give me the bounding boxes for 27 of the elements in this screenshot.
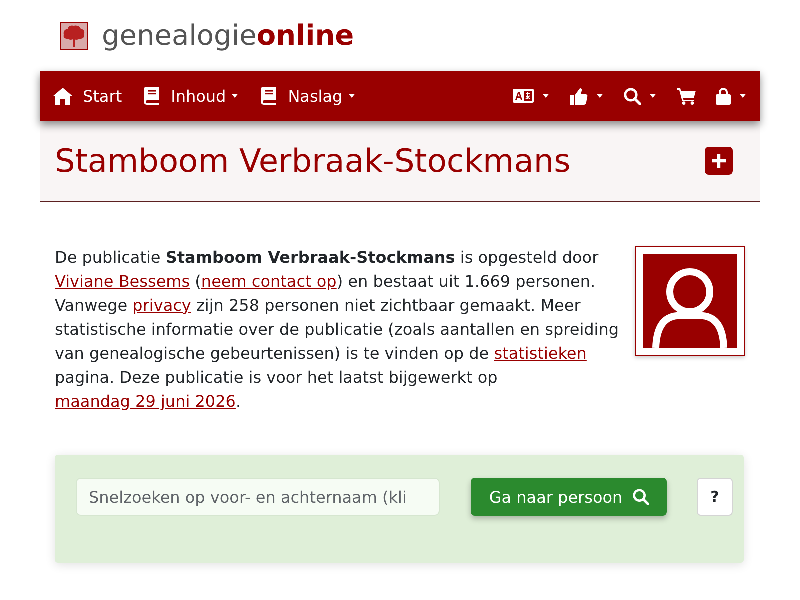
thumbs-up-icon <box>570 88 588 104</box>
language-icon <box>513 89 534 103</box>
help-button[interactable]: ? <box>697 478 733 516</box>
book-icon <box>261 87 276 105</box>
lock-icon <box>716 87 731 105</box>
add-button[interactable] <box>705 147 733 175</box>
tree-logo-icon[interactable] <box>60 22 88 50</box>
search-field[interactable]: Snelzoeken op voor- en achternaam (kli <box>76 478 440 516</box>
nav-link[interactable]: Inhoud <box>132 78 250 114</box>
nav-link[interactable]: Naslag <box>249 78 366 114</box>
search-icon <box>632 489 649 505</box>
plus-icon <box>712 154 726 168</box>
nav-link[interactable]: Start <box>43 78 132 114</box>
text-link[interactable]: privacy <box>132 296 192 315</box>
page-title: Stamboom Verbraak-Stockmans <box>55 142 571 180</box>
cart-icon <box>677 88 696 104</box>
book-icon <box>144 87 160 105</box>
home-icon <box>53 88 73 104</box>
intro-paragraph: De publicatie Stamboom Verbraak-Stockmans is opgesteld door Viviane Bessems (neem contact op) en bestaat uit 1.669 personen. Vanwege privacy zijn 258 personen niet zichtbaar gemaakt. Meer statistische informatie over de publicatie (zoals aantallen en spreiding van genealogische gebeurtenissen) is te vinden op de statistieken pagina. Deze publicatie is voor het laatst bijgewerkt op maandag 29 juni 2026. <box>55 247 620 413</box>
text-link[interactable]: statistieken <box>494 344 587 363</box>
text-link[interactable]: Viviane Bessems <box>55 272 190 291</box>
text-link[interactable]: neem contact op <box>201 272 337 291</box>
search-button[interactable]: Ga naar persoon <box>471 478 667 516</box>
search-icon <box>624 88 641 104</box>
text-link[interactable]: maandag 29 juni 2026 <box>55 392 236 411</box>
person-silhouette-icon <box>643 254 737 348</box>
site-logo-text[interactable]: genealogieonline <box>102 22 354 50</box>
